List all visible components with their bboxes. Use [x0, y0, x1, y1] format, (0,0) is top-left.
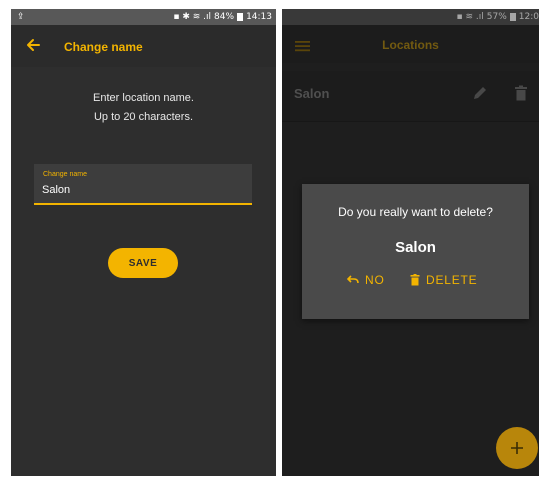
- field-label: Change name: [43, 171, 87, 178]
- location-name-input[interactable]: [42, 184, 242, 196]
- plus-icon: [511, 442, 523, 454]
- undo-icon: [347, 275, 359, 284]
- battery-percent: 84%: [214, 12, 235, 22]
- add-location-button[interactable]: [496, 427, 538, 469]
- clock: 14:13: [246, 12, 272, 22]
- app-bar: [11, 25, 276, 67]
- delete-confirm-dialog: Do you really want to delete? Salon NO D…: [302, 184, 529, 319]
- locations-screen: ▪ ≋ .ıl 57% 12:0 Locations Salon Do you …: [282, 9, 539, 476]
- notification-icons: ▪ ✱ ≋ .ıl: [173, 12, 212, 22]
- delete-button[interactable]: DELETE: [410, 273, 477, 287]
- save-button[interactable]: SAVE: [108, 248, 178, 278]
- upload-icon: ⇪: [17, 12, 25, 22]
- dialog-location-name: Salon: [395, 239, 436, 256]
- status-bar: ⇪ ▪ ✱ ≋ .ıl 84% 14:13: [11, 9, 276, 25]
- location-name-field[interactable]: Change name: [34, 164, 252, 205]
- no-button[interactable]: NO: [347, 273, 385, 287]
- battery-icon: [237, 13, 244, 21]
- instructions-line-1: Enter location name.: [93, 92, 194, 104]
- trash-icon: [410, 274, 420, 286]
- instructions-line-2: Up to 20 characters.: [93, 111, 194, 123]
- delete-label: DELETE: [426, 273, 478, 287]
- page-title: Change name: [64, 40, 143, 54]
- back-arrow-icon[interactable]: [25, 37, 41, 53]
- no-label: NO: [365, 273, 385, 287]
- change-name-screen: ⇪ ▪ ✱ ≋ .ıl 84% 14:13 Change name Enter …: [11, 9, 276, 476]
- dialog-question: Do you really want to delete?: [338, 205, 493, 219]
- instructions: Enter location name. Up to 20 characters…: [11, 89, 276, 127]
